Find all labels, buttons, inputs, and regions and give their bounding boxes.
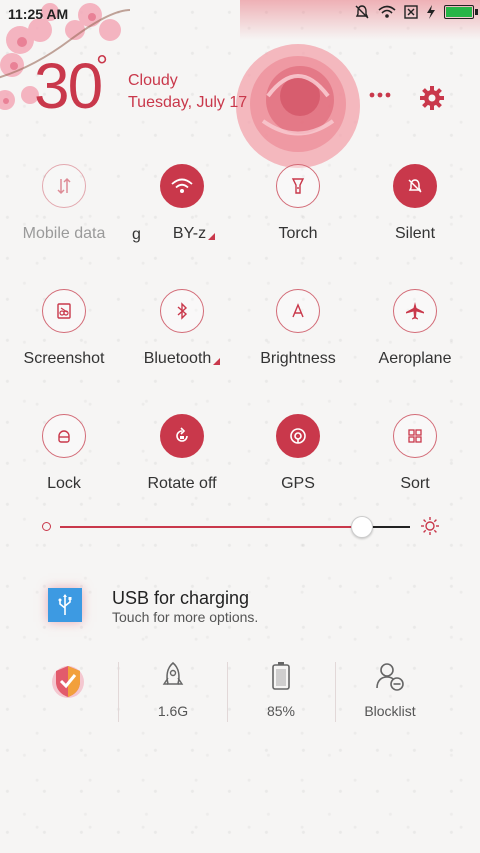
tile-label: Brightness bbox=[260, 350, 336, 367]
slider-knob[interactable] bbox=[351, 516, 373, 538]
usb-title: USB for charging bbox=[112, 588, 250, 608]
airplane-icon bbox=[406, 302, 424, 320]
wifi-icon bbox=[378, 5, 396, 18]
divider bbox=[335, 662, 336, 722]
tile-label: Torch bbox=[278, 225, 318, 242]
no-sim-icon bbox=[404, 5, 418, 19]
tile-label: Bluetooth bbox=[143, 350, 212, 367]
gps-icon bbox=[290, 428, 306, 444]
sort-grid-icon bbox=[408, 429, 422, 443]
submenu-triangle-icon[interactable] bbox=[208, 233, 216, 240]
security-shield-icon bbox=[52, 666, 84, 698]
slider-track[interactable] bbox=[60, 516, 410, 538]
lock-toggle[interactable] bbox=[42, 414, 86, 458]
blocklist-label: Blocklist bbox=[364, 703, 416, 719]
settings-button[interactable] bbox=[418, 84, 446, 112]
memory-label: 1.6G bbox=[157, 703, 189, 719]
usb-icon bbox=[58, 594, 72, 615]
submenu-triangle-icon[interactable] bbox=[213, 358, 221, 365]
charging-bolt-icon bbox=[427, 5, 435, 19]
gear-icon bbox=[420, 86, 444, 110]
usb-icon-box bbox=[48, 588, 82, 622]
battery-indicator bbox=[444, 5, 478, 19]
mobile-data-icon bbox=[57, 177, 71, 195]
battery-icon bbox=[272, 662, 290, 690]
temperature: 30 bbox=[34, 50, 103, 122]
tile-label: Lock bbox=[47, 475, 81, 492]
brightness-low-icon bbox=[42, 522, 51, 531]
tile-screenshot[interactable]: Screenshot bbox=[4, 289, 124, 368]
tile-gps[interactable]: GPS bbox=[238, 414, 358, 493]
blocklist-shortcut[interactable]: Blocklist bbox=[340, 660, 440, 719]
slider-fill bbox=[60, 526, 361, 528]
usb-notification[interactable]: USB for charging Touch for more options. bbox=[0, 580, 480, 640]
rotate-toggle[interactable] bbox=[160, 414, 204, 458]
blocklist-user-icon bbox=[376, 663, 404, 691]
brightness-high-icon bbox=[421, 517, 439, 535]
tile-label: Aeroplane bbox=[378, 350, 452, 367]
sort-toggle[interactable] bbox=[393, 414, 437, 458]
divider bbox=[118, 662, 119, 722]
tile-label: Screenshot bbox=[23, 350, 105, 367]
tile-label-wrap: BY-z bbox=[134, 225, 254, 243]
battery-fill bbox=[446, 7, 472, 17]
status-time: 11:25 AM bbox=[8, 6, 69, 22]
torch-toggle[interactable] bbox=[276, 164, 320, 208]
bell-off-icon bbox=[408, 179, 422, 193]
divider bbox=[227, 662, 228, 722]
tile-label: Rotate off bbox=[147, 475, 217, 492]
torch-icon bbox=[291, 178, 305, 194]
tile-label: Sort bbox=[400, 475, 430, 492]
tile-aeroplane[interactable]: Aeroplane bbox=[355, 289, 475, 368]
tile-label: Mobile data bbox=[22, 225, 106, 242]
rotate-lock-icon bbox=[176, 427, 188, 442]
tile-label: BY-z bbox=[172, 225, 207, 242]
tile-brightness[interactable]: Brightness bbox=[238, 289, 358, 368]
tile-rotate[interactable]: Rotate off bbox=[122, 414, 242, 493]
degree-symbol: ° bbox=[96, 50, 108, 83]
wifi-toggle[interactable] bbox=[160, 164, 204, 208]
rose-decoration bbox=[236, 44, 360, 168]
aeroplane-toggle[interactable] bbox=[393, 289, 437, 333]
battery-shortcut[interactable]: 85% bbox=[231, 660, 331, 719]
status-bar: 11:25 AM bbox=[0, 0, 480, 28]
screenshot-icon bbox=[57, 303, 71, 319]
brightness-slider[interactable] bbox=[42, 516, 440, 538]
bluetooth-icon bbox=[177, 302, 188, 320]
weather-condition: Cloudy bbox=[128, 72, 178, 89]
tile-label: GPS bbox=[281, 475, 315, 492]
status-icons bbox=[354, 4, 478, 20]
tile-label: Silent bbox=[394, 225, 436, 242]
silent-toggle[interactable] bbox=[393, 164, 437, 208]
bluetooth-toggle[interactable] bbox=[160, 289, 204, 333]
brightness-auto-icon bbox=[292, 303, 304, 318]
tile-bluetooth[interactable]: Bluetooth bbox=[122, 289, 242, 368]
battery-label: 85% bbox=[266, 703, 296, 719]
tile-mobile-data[interactable]: Mobile data bbox=[4, 164, 124, 243]
tile-label-wrap: Bluetooth bbox=[122, 350, 242, 368]
bell-off-icon bbox=[355, 5, 369, 19]
lock-icon bbox=[58, 430, 70, 443]
date-label: Tuesday, July 17 bbox=[128, 94, 248, 111]
mobile-data-toggle[interactable] bbox=[42, 164, 86, 208]
tile-lock[interactable]: Lock bbox=[4, 414, 124, 493]
tile-torch[interactable]: Torch bbox=[238, 164, 358, 243]
rocket-icon bbox=[162, 661, 184, 685]
wifi-icon bbox=[171, 178, 193, 193]
cleaner-shortcut[interactable]: 1.6G bbox=[123, 660, 223, 719]
tile-wifi[interactable]: BY-z bbox=[122, 164, 242, 243]
tile-sort[interactable]: Sort bbox=[355, 414, 475, 493]
more-button[interactable] bbox=[366, 86, 394, 110]
screenshot-toggle[interactable] bbox=[42, 289, 86, 333]
tile-silent[interactable]: Silent bbox=[355, 164, 475, 243]
usb-subtitle: Touch for more options. bbox=[112, 609, 259, 625]
brightness-toggle[interactable] bbox=[276, 289, 320, 333]
bottom-shortcuts: 1.6G 85% Blocklist bbox=[0, 660, 480, 730]
more-dots-icon bbox=[369, 92, 391, 98]
gps-toggle[interactable] bbox=[276, 414, 320, 458]
security-shortcut[interactable] bbox=[18, 660, 118, 711]
